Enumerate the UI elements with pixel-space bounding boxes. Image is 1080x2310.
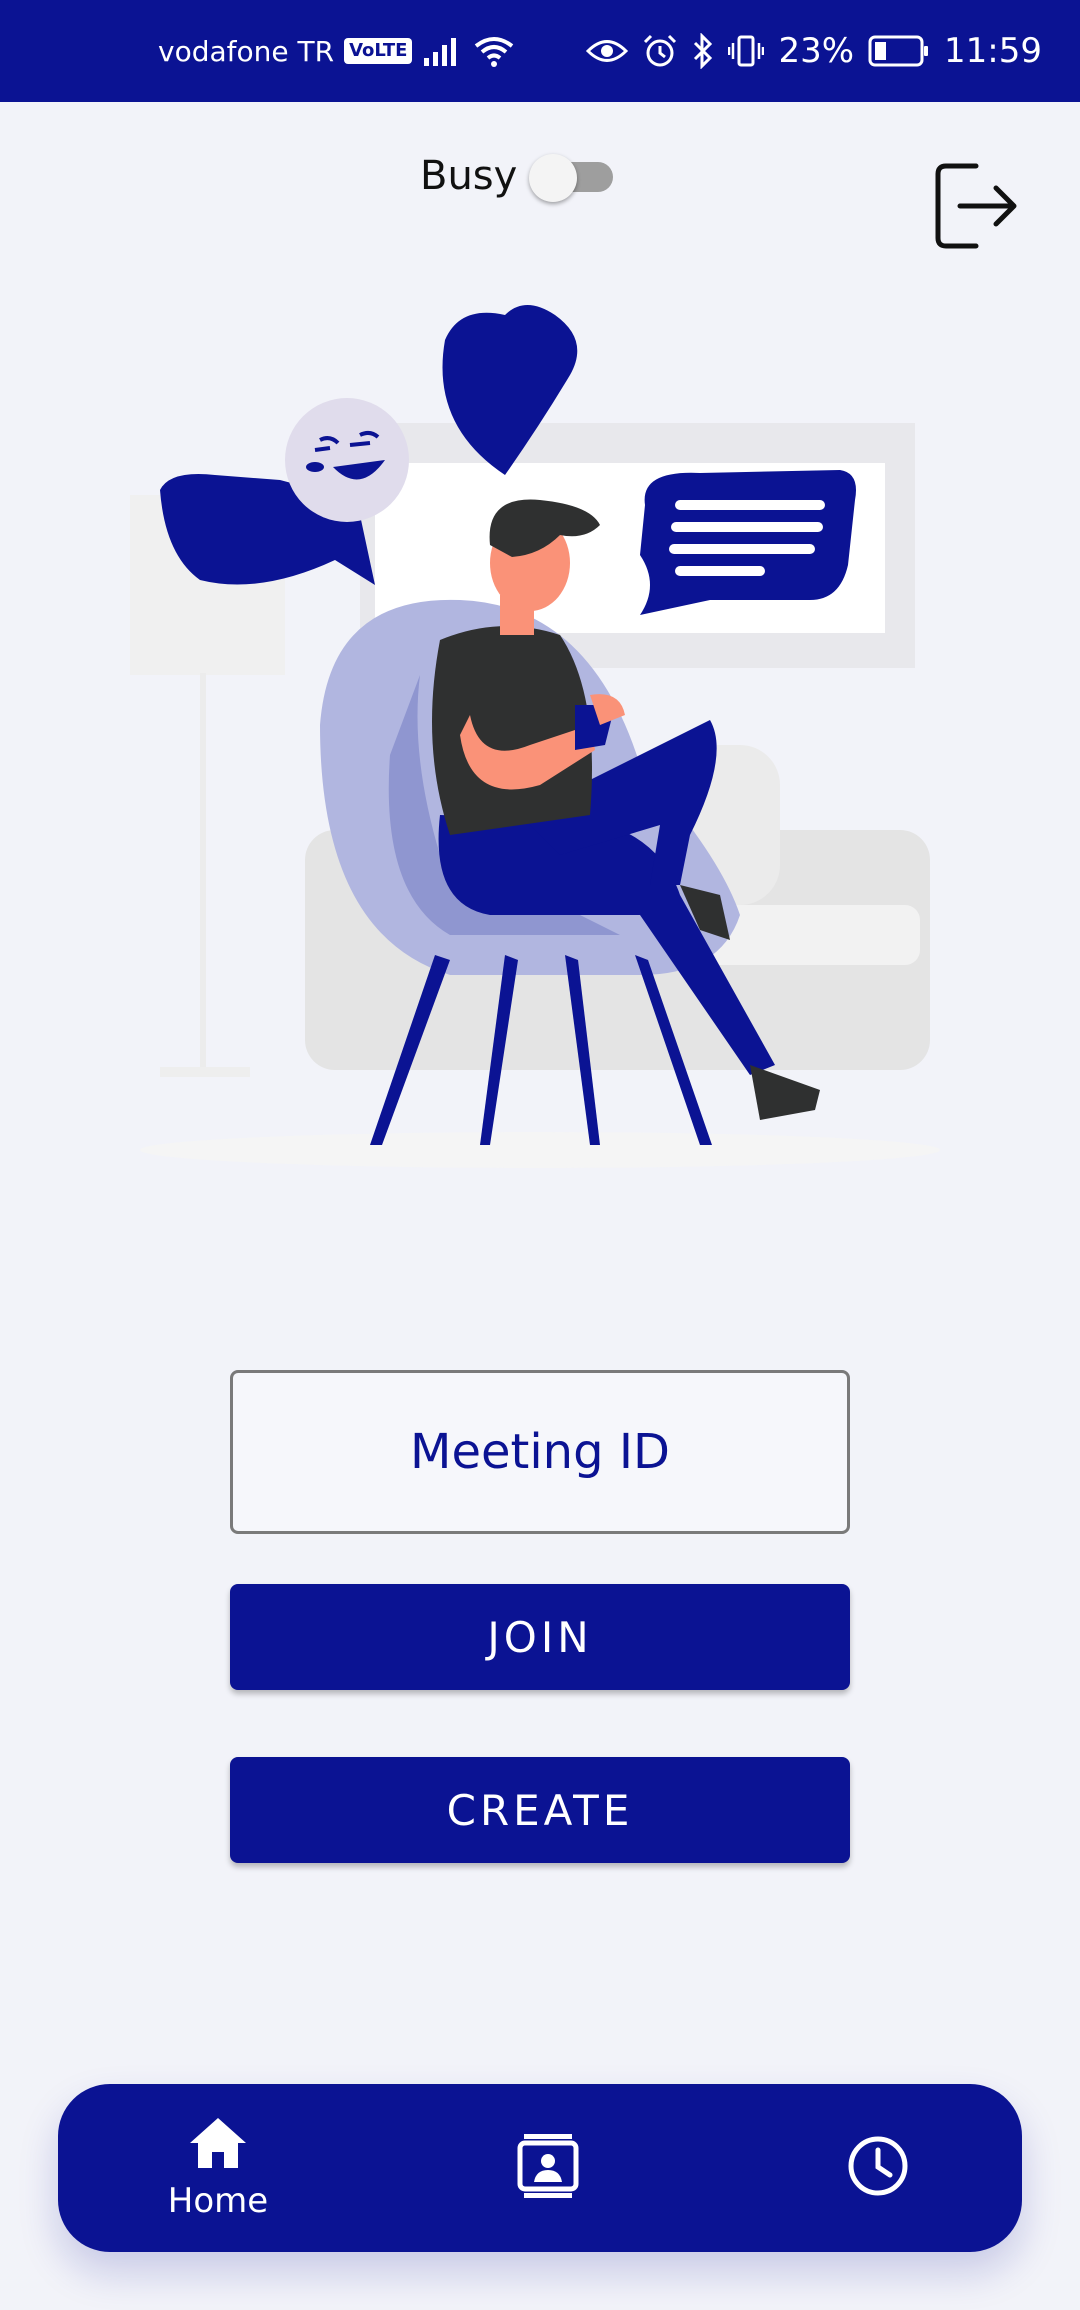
- bluetooth-icon: [692, 33, 714, 69]
- busy-switch[interactable]: [527, 148, 623, 204]
- switch-thumb: [529, 154, 578, 202]
- hero-illustration: [120, 295, 960, 1175]
- clock-time: 11:59: [944, 31, 1042, 71]
- vibrate-icon: [728, 33, 765, 69]
- status-bar: vodafone TR VoLTE 23% 11:59: [0, 0, 1080, 102]
- wifi-icon: [472, 34, 516, 68]
- nav-history[interactable]: [818, 2084, 938, 2252]
- clock-icon: [846, 2134, 910, 2202]
- status-left: vodafone TR VoLTE: [158, 0, 516, 102]
- eye-icon: [586, 36, 629, 66]
- home-icon: [187, 2115, 249, 2175]
- create-button[interactable]: CREATE: [230, 1757, 850, 1863]
- logout-icon[interactable]: [930, 160, 1022, 252]
- battery-icon: [868, 34, 930, 68]
- status-right: 23% 11:59: [586, 0, 1042, 102]
- nav-home-label: Home: [167, 2181, 269, 2221]
- volte-badge: VoLTE: [344, 38, 413, 64]
- join-button[interactable]: JOIN: [230, 1584, 850, 1690]
- battery-percent: 23%: [778, 31, 855, 71]
- meeting-id-input[interactable]: [230, 1370, 850, 1534]
- alarm-icon: [642, 33, 678, 69]
- busy-toggle-row: Busy: [420, 146, 623, 206]
- busy-label: Busy: [420, 153, 518, 199]
- nav-home[interactable]: Home: [158, 2084, 278, 2252]
- nav-contacts[interactable]: [488, 2084, 608, 2252]
- carrier-name: vodafone TR: [158, 34, 335, 68]
- contacts-icon: [516, 2132, 580, 2204]
- bottom-navigation: Home: [58, 2084, 1022, 2252]
- signal-icon: [422, 34, 462, 68]
